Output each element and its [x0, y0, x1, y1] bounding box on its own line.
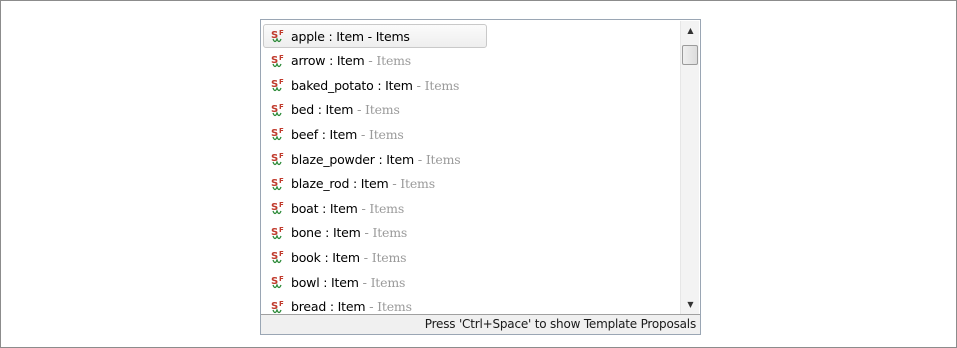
- static-field-icon: SF: [271, 52, 286, 70]
- proposal-name: boat : Item: [291, 200, 358, 216]
- proposal-name: baked_potato : Item: [291, 77, 413, 93]
- svg-text:F: F: [279, 103, 284, 111]
- svg-text:F: F: [279, 78, 284, 86]
- proposal-separator: -: [359, 249, 372, 265]
- proposal-category: Items: [376, 53, 412, 69]
- proposal-name: book : Item: [291, 249, 360, 265]
- proposal-separator: -: [388, 176, 401, 192]
- static-field-icon: SF: [271, 101, 286, 119]
- svg-text:F: F: [279, 201, 284, 209]
- svg-text:F: F: [279, 275, 284, 283]
- proposal-category: Items: [369, 126, 404, 142]
- svg-text:F: F: [279, 127, 284, 135]
- proposal-item[interactable]: S F baked_potato : Item - Items: [263, 73, 680, 97]
- static-field-icon: SF: [271, 248, 286, 266]
- static-field-icon: SF: [271, 199, 286, 217]
- svg-text:F: F: [279, 152, 284, 160]
- proposal-category: Items: [371, 249, 407, 265]
- proposal-category: Items: [424, 77, 460, 93]
- proposal-separator: -: [360, 225, 373, 241]
- proposal-item[interactable]: S F boat : Item - Items: [263, 196, 680, 220]
- static-field-icon: SF: [271, 273, 286, 291]
- proposal-category: Items: [372, 225, 408, 241]
- proposal-separator: -: [358, 274, 371, 290]
- proposal-name: bowl : Item: [291, 274, 359, 290]
- static-field-icon: SF: [271, 298, 286, 314]
- proposal-separator: -: [365, 299, 378, 314]
- proposal-name: arrow : Item: [291, 53, 365, 69]
- proposal-separator: -: [353, 102, 366, 118]
- scroll-down-icon[interactable]: ▼: [682, 296, 699, 313]
- content-assist-popup: S F apple : Item - Items S F arrow : Item - I…: [260, 19, 701, 335]
- proposal-item[interactable]: S F bone : Item - Items: [263, 221, 680, 245]
- static-field-icon: SF: [271, 175, 286, 193]
- proposal-item[interactable]: S F arrow : Item - Items: [263, 49, 680, 73]
- proposal-name: beef : Item: [291, 126, 358, 142]
- proposal-category: Items: [369, 200, 405, 216]
- svg-text:F: F: [279, 177, 284, 185]
- proposal-item[interactable]: S F apple : Item - Items: [263, 24, 487, 48]
- proposal-separator: -: [364, 53, 377, 69]
- proposal-separator: -: [363, 28, 376, 44]
- proposal-category: Items: [375, 28, 410, 44]
- proposal-name: blaze_rod : Item: [291, 176, 389, 192]
- proposal-category: Items: [377, 299, 412, 314]
- proposal-name: blaze_powder : Item: [291, 151, 414, 167]
- proposal-category: Items: [365, 102, 400, 118]
- proposal-name: bed : Item: [291, 102, 354, 118]
- proposal-name: bread : Item: [291, 299, 366, 314]
- status-bar: Press 'Ctrl+Space' to show Template Prop…: [261, 314, 700, 334]
- static-field-icon: SF: [271, 150, 286, 168]
- svg-text:F: F: [279, 226, 284, 234]
- proposal-category: Items: [370, 274, 406, 290]
- proposal-separator: -: [357, 200, 370, 216]
- proposal-item[interactable]: S F bread : Item - Items: [263, 295, 680, 314]
- proposal-item[interactable]: S F blaze_rod : Item - Items: [263, 172, 680, 196]
- proposal-separator: -: [357, 126, 369, 142]
- proposal-list[interactable]: S F apple : Item - Items S F arrow : Item - I…: [262, 21, 680, 314]
- proposal-separator: -: [413, 151, 426, 167]
- proposal-name: bone : Item: [291, 225, 361, 241]
- svg-text:F: F: [279, 300, 284, 308]
- svg-text:F: F: [279, 54, 284, 62]
- svg-text:F: F: [279, 29, 284, 37]
- vertical-scrollbar[interactable]: ▲ ▼: [680, 21, 699, 314]
- proposal-name: apple : Item: [291, 28, 364, 44]
- proposal-item[interactable]: S F bed : Item - Items: [263, 98, 680, 122]
- static-field-icon: SF: [271, 125, 286, 143]
- static-field-icon: SF: [271, 224, 286, 242]
- static-field-icon: SF: [271, 27, 286, 45]
- static-field-icon: SF: [271, 76, 286, 94]
- proposal-item[interactable]: S F book : Item - Items: [263, 245, 680, 269]
- proposal-category: Items: [400, 176, 435, 192]
- proposal-item[interactable]: S F beef : Item - Items: [263, 122, 680, 146]
- scroll-thumb[interactable]: [682, 45, 698, 65]
- proposal-item[interactable]: S F blaze_powder : Item - Items: [263, 147, 680, 171]
- svg-text:F: F: [279, 250, 284, 258]
- proposal-item[interactable]: S F bowl : Item - Items: [263, 270, 680, 294]
- scroll-up-icon[interactable]: ▲: [682, 22, 699, 39]
- proposal-separator: -: [412, 77, 425, 93]
- proposal-category: Items: [425, 151, 461, 167]
